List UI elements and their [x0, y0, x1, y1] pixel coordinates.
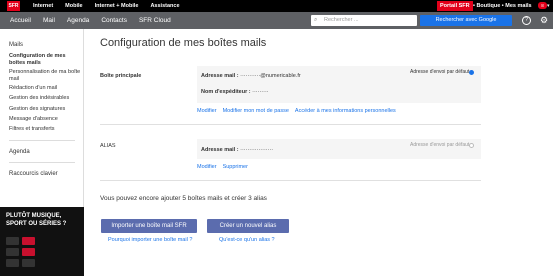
search-icon: ⌕	[314, 17, 318, 23]
chevron-down-icon[interactable]: ▾	[547, 0, 550, 12]
promo-logo-tile	[6, 259, 19, 267]
change-password-link[interactable]: Modifier mon mot de passe	[223, 108, 289, 114]
sidebar-item-personnalisation[interactable]: Personnalisation de ma boîte mail	[9, 69, 81, 83]
top-bar: SFR Internet Mobile Internet + Mobile As…	[0, 0, 553, 12]
topnav-assistance[interactable]: Assistance	[150, 0, 179, 12]
alias-actions: Modifier Supprimer	[197, 164, 248, 170]
create-alias-button[interactable]: Créer un nouvel alias	[207, 219, 289, 233]
topnav-internet[interactable]: Internet	[33, 0, 53, 12]
primary-mailbox-card: Adresse mail : ···········@numericable.f…	[197, 66, 481, 103]
gear-icon[interactable]: ⚙	[540, 14, 548, 26]
import-mailbox-button[interactable]: Importer une boîte mail SFR	[101, 219, 197, 233]
google-search-button[interactable]: Rechercher avec Google	[420, 15, 512, 26]
search-input[interactable]: ⌕ Rechercher ...	[311, 15, 417, 26]
alias-label: ALIAS	[100, 143, 116, 149]
alias-card: Adresse mail : ·················· Adress…	[197, 139, 481, 159]
divider	[100, 180, 481, 181]
alias-address: Adresse mail : ··················	[201, 147, 274, 153]
nav-contacts[interactable]: Contacts	[101, 12, 127, 29]
boutique-mails-links[interactable]: • Boutique • Mes mails	[473, 0, 532, 12]
promo-logo-tile	[22, 248, 35, 256]
primary-sender: Nom d'expéditeur : ·········	[201, 89, 269, 95]
promo-banner[interactable]: PLUTÔT MUSIQUE, SPORT OU SÉRIES ?	[0, 207, 84, 276]
sidebar-item-configuration[interactable]: Configuration de mes boîtes mails	[9, 53, 81, 67]
alias-help-link[interactable]: Qu'est-ce qu'un alias ?	[219, 237, 275, 243]
quota-info: Vous pouvez encore ajouter 5 boîtes mail…	[100, 195, 267, 202]
promo-logo-tile	[22, 237, 35, 245]
portail-sfr-link[interactable]: Portail SFR	[437, 1, 473, 11]
divider	[9, 140, 75, 141]
mail-count-badge: 8	[538, 2, 547, 9]
nav-agenda[interactable]: Agenda	[67, 12, 89, 29]
sidebar-item-redaction[interactable]: Rédaction d'un mail	[9, 85, 81, 92]
default-address-label: Adresse d'envoi par défaut	[410, 69, 470, 75]
default-radio-selected[interactable]	[469, 70, 474, 75]
promo-text: PLUTÔT MUSIQUE, SPORT OU SÉRIES ?	[6, 213, 67, 227]
nav-sfr-cloud[interactable]: SFR Cloud	[139, 12, 171, 29]
sidebar-item-signatures[interactable]: Gestion des signatures	[9, 106, 81, 113]
alias-modify-link[interactable]: Modifier	[197, 164, 217, 170]
primary-address: Adresse mail : ···········@numericable.f…	[201, 73, 301, 79]
import-help-link[interactable]: Pourquoi importer une boîte mail ?	[108, 237, 192, 243]
personal-info-link[interactable]: Accéder à mes informations personnelles	[295, 108, 396, 114]
app-nav: Accueil Mail Agenda Contacts SFR Cloud	[10, 12, 171, 29]
help-icon[interactable]: ?	[522, 16, 531, 25]
alias-default-label: Adresse d'envoi par défaut	[410, 142, 470, 148]
modify-link[interactable]: Modifier	[197, 108, 217, 114]
primary-box-label: Boîte principale	[100, 73, 142, 79]
divider	[9, 162, 75, 163]
promo-logo-tile	[6, 237, 19, 245]
sfr-logo[interactable]: SFR	[7, 1, 20, 11]
divider	[100, 124, 481, 125]
topnav-mobile[interactable]: Mobile	[65, 0, 82, 12]
alias-delete-link[interactable]: Supprimer	[223, 164, 248, 170]
sidebar-raccourcis[interactable]: Raccourcis clavier	[9, 171, 58, 177]
app-bar: Accueil Mail Agenda Contacts SFR Cloud ⌕…	[0, 12, 553, 29]
search-placeholder: Rechercher ...	[324, 17, 359, 23]
sidebar-mails-heading[interactable]: Mails	[9, 42, 23, 48]
page-title: Configuration de mes boîtes mails	[100, 37, 267, 49]
topnav-internet-mobile[interactable]: Internet + Mobile	[95, 0, 139, 12]
sidebar-item-absence[interactable]: Message d'absence	[9, 116, 81, 123]
nav-accueil[interactable]: Accueil	[10, 12, 31, 29]
sidebar-agenda[interactable]: Agenda	[9, 149, 30, 155]
primary-actions: Modifier Modifier mon mot de passe Accéd…	[197, 108, 396, 114]
promo-logo-tile	[6, 248, 19, 256]
sidebar-item-filtres[interactable]: Filtres et transferts	[9, 126, 81, 133]
default-radio-unselected[interactable]	[469, 143, 474, 148]
promo-logo-tile	[22, 259, 35, 267]
nav-mail[interactable]: Mail	[43, 12, 55, 29]
top-nav: Internet Mobile Internet + Mobile Assist…	[33, 0, 180, 12]
sidebar-item-indesirables[interactable]: Gestion des indésirables	[9, 95, 81, 102]
